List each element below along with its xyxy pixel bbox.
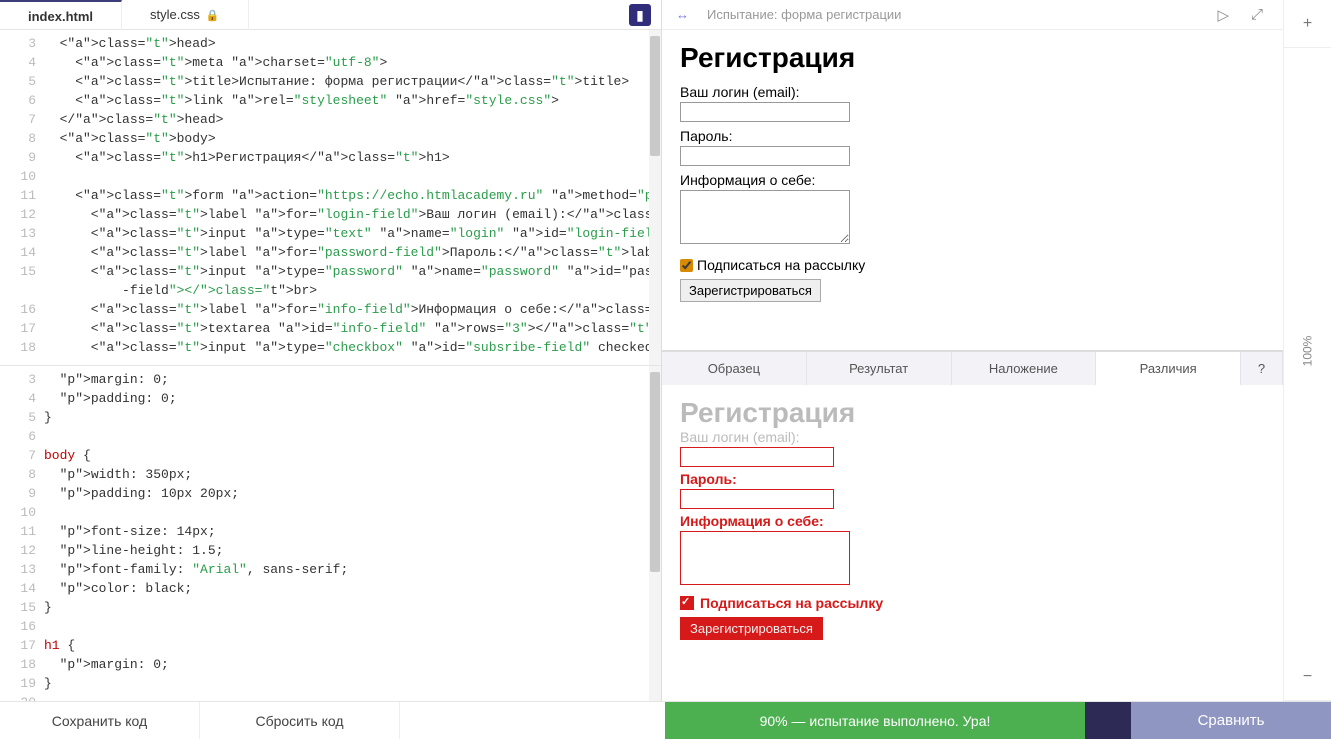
preview-title: Испытание: форма регистрации [707, 7, 901, 22]
diff-info-label: Информация о себе: [680, 513, 1265, 529]
tab-overlay[interactable]: Наложение [952, 352, 1097, 385]
css-scrollbar[interactable] [649, 366, 661, 701]
preview-heading: Регистрация [680, 42, 1265, 74]
preview-info-textarea[interactable] [680, 190, 850, 244]
tab-result[interactable]: Результат [807, 352, 952, 385]
editor-tabs: index.html style.css🔒 ▮ [0, 0, 661, 30]
preview-info-label: Информация о себе: [680, 172, 1265, 188]
html-scrollbar[interactable] [649, 30, 661, 365]
preview-login-label: Ваш логин (email): [680, 84, 1265, 100]
tab-style-css[interactable]: style.css🔒 [122, 0, 249, 30]
lock-icon: 🔒 [206, 10, 220, 22]
preview-subscribe-label: Подписаться на рассылку [697, 257, 865, 273]
css-editor[interactable]: 34567891011121314151617181920 "p">margin… [0, 366, 661, 701]
diff-password-box [680, 489, 834, 509]
tab-help[interactable]: ? [1241, 352, 1283, 385]
diff-login-box [680, 447, 834, 467]
expand-icon[interactable]: ⤢ [1245, 6, 1269, 23]
diff-pane: Регистрация Ваш логин (email): Пароль: И… [662, 385, 1283, 701]
zoom-level: 100% [1300, 335, 1314, 366]
preview-password-input[interactable] [680, 146, 850, 166]
zoom-out-button[interactable]: − [1284, 653, 1331, 701]
preview-password-label: Пароль: [680, 128, 1265, 144]
html-editor[interactable]: 3456789101112131415161718 <"a">class="t"… [0, 30, 661, 366]
compare-button[interactable]: Сравнить [1131, 702, 1331, 739]
preview-login-input[interactable] [680, 102, 850, 122]
diff-submit-button: Зарегистрироваться [680, 617, 823, 640]
diff-login-label: Ваш логин (email): [680, 429, 1265, 445]
layout-toggle-button[interactable]: ▮ [629, 4, 651, 26]
zoom-sidebar: + 100% − [1283, 0, 1331, 701]
preview-subscribe-checkbox[interactable] [680, 259, 693, 272]
diff-password-label: Пароль: [680, 471, 1265, 487]
zoom-in-button[interactable]: + [1284, 0, 1331, 48]
diff-subscribe-row: Подписаться на рассылку [680, 595, 1265, 611]
diff-info-box [680, 531, 850, 585]
resize-handle-icon[interactable]: ↔ [676, 7, 689, 22]
save-code-button[interactable]: Сохранить код [0, 702, 200, 739]
tab-diff[interactable]: Различия [1096, 352, 1241, 385]
preview-submit-button[interactable]: Зарегистрироваться [680, 279, 821, 302]
tab-index-html[interactable]: index.html [0, 0, 122, 30]
tab-sample[interactable]: Образец [662, 352, 807, 385]
play-icon[interactable]: ▷ [1211, 6, 1235, 24]
reset-code-button[interactable]: Сбросить код [200, 702, 400, 739]
diff-heading: Регистрация [680, 397, 1265, 429]
footer-dark-block [1085, 702, 1131, 739]
preview-pane: Регистрация Ваш логин (email): Пароль: И… [662, 30, 1283, 350]
footer: Сохранить код Сбросить код 90% — испытан… [0, 701, 1331, 739]
status-bar: 90% — испытание выполнено. Ура! [665, 702, 1085, 739]
compare-tabs: Образец Результат Наложение Различия ? [662, 351, 1283, 385]
diff-checkbox-icon [680, 596, 694, 610]
preview-toolbar: ↔ Испытание: форма регистрации ▷ ⤢ [662, 0, 1283, 30]
